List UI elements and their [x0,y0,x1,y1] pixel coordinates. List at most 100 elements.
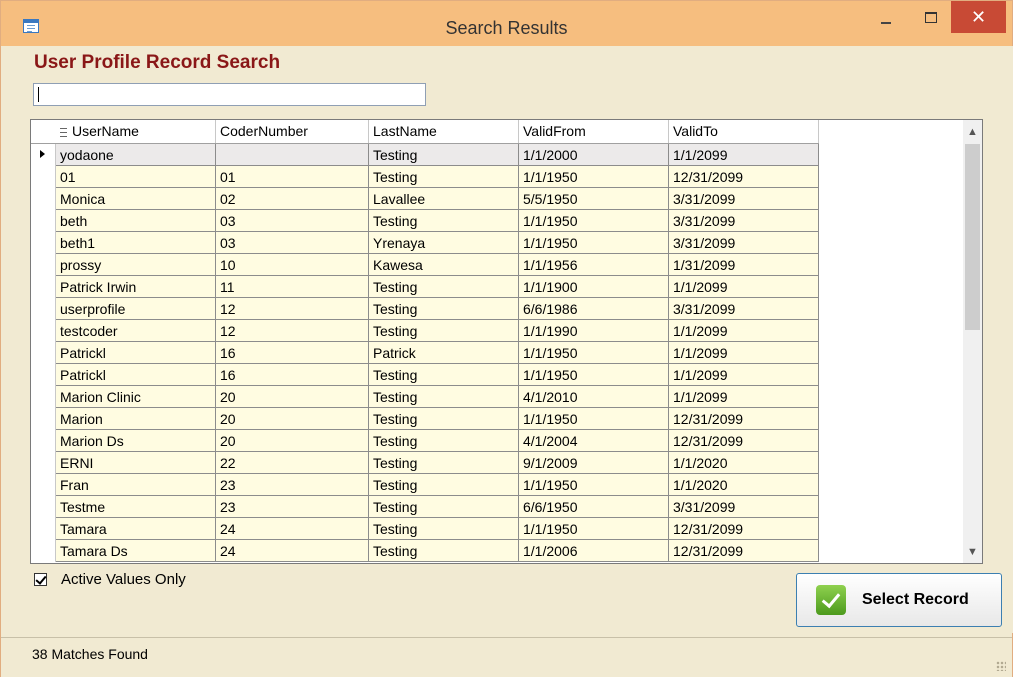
vertical-scrollbar[interactable]: ▲ ▼ [963,120,982,563]
row-header[interactable] [31,342,56,364]
current-row-indicator-icon[interactable] [31,144,56,166]
table-cell[interactable]: 16 [216,342,369,364]
table-cell[interactable]: 3/31/2099 [669,232,819,254]
table-cell[interactable]: 1/1/1950 [519,364,669,386]
table-cell[interactable]: userprofile [56,298,216,320]
table-cell[interactable]: Tamara [56,518,216,540]
table-cell[interactable]: Testme [56,496,216,518]
table-cell[interactable]: 12 [216,320,369,342]
table-row[interactable]: Tamara Ds 24 Testing 1/1/2006 12/31/2099 [31,540,819,562]
table-cell[interactable]: 02 [216,188,369,210]
table-cell[interactable]: 1/1/1950 [519,408,669,430]
row-header[interactable] [31,540,56,562]
active-values-only-checkbox[interactable]: Active Values Only [34,571,186,588]
table-cell[interactable]: 1/1/1950 [519,342,669,364]
table-cell[interactable]: 10 [216,254,369,276]
column-header-validto[interactable]: ValidTo [669,120,819,143]
table-row[interactable]: Monica 02 Lavallee 5/5/1950 3/31/2099 [31,188,819,210]
table-cell[interactable]: 1/1/2099 [669,364,819,386]
table-cell[interactable]: beth [56,210,216,232]
column-header-validfrom[interactable]: ValidFrom [519,120,669,143]
table-cell[interactable]: 1/1/1900 [519,276,669,298]
table-cell[interactable]: 5/5/1950 [519,188,669,210]
table-cell[interactable]: Testing [369,474,519,496]
table-cell[interactable]: 1/1/2099 [669,342,819,364]
row-header[interactable] [31,298,56,320]
table-row[interactable]: prossy 10 Kawesa 1/1/1956 1/31/2099 [31,254,819,276]
column-header-username[interactable]: UserName [56,120,216,143]
table-row[interactable]: 01 01 Testing 1/1/1950 12/31/2099 [31,166,819,188]
table-cell[interactable]: 1/1/1990 [519,320,669,342]
table-row[interactable]: Patrickl 16 Patrick 1/1/1950 1/1/2099 [31,342,819,364]
row-header[interactable] [31,320,56,342]
column-header-codernumber[interactable]: CoderNumber [216,120,369,143]
table-cell[interactable]: 1/1/2000 [519,144,669,166]
table-cell[interactable]: 23 [216,496,369,518]
table-row[interactable]: userprofile 12 Testing 6/6/1986 3/31/2099 [31,298,819,320]
table-cell[interactable]: beth1 [56,232,216,254]
checkbox-checked-icon[interactable] [34,573,47,586]
table-cell[interactable]: Marion Ds [56,430,216,452]
table-cell[interactable]: 1/1/1950 [519,474,669,496]
table-cell[interactable]: Testing [369,430,519,452]
table-cell[interactable]: Monica [56,188,216,210]
table-cell[interactable]: Fran [56,474,216,496]
table-cell[interactable]: Testing [369,386,519,408]
table-cell[interactable]: Yrenaya [369,232,519,254]
table-cell[interactable]: 03 [216,232,369,254]
table-row[interactable]: testcoder 12 Testing 1/1/1990 1/1/2099 [31,320,819,342]
maximize-button[interactable] [911,1,951,33]
table-cell[interactable]: 3/31/2099 [669,298,819,320]
table-cell[interactable]: Testing [369,518,519,540]
table-cell[interactable]: 3/31/2099 [669,188,819,210]
row-header[interactable] [31,254,56,276]
table-cell[interactable]: Testing [369,144,519,166]
table-cell[interactable]: 3/31/2099 [669,496,819,518]
table-row[interactable]: Tamara 24 Testing 1/1/1950 12/31/2099 [31,518,819,540]
table-cell[interactable]: Testing [369,276,519,298]
table-cell[interactable]: Testing [369,496,519,518]
table-row[interactable]: Marion Ds 20 Testing 4/1/2004 12/31/2099 [31,430,819,452]
row-header[interactable] [31,518,56,540]
scroll-up-icon[interactable]: ▲ [963,122,982,141]
table-cell[interactable]: 24 [216,518,369,540]
table-cell[interactable]: 16 [216,364,369,386]
table-cell[interactable]: 1/1/1950 [519,518,669,540]
scrollbar-thumb[interactable] [965,144,980,330]
table-cell[interactable]: Testing [369,320,519,342]
table-cell[interactable]: 1/1/2006 [519,540,669,562]
table-cell[interactable]: testcoder [56,320,216,342]
table-cell[interactable]: 1/1/2020 [669,474,819,496]
row-header[interactable] [31,386,56,408]
table-cell[interactable]: Marion Clinic [56,386,216,408]
select-record-button[interactable]: Select Record [796,573,1002,627]
table-cell[interactable]: Patrickl [56,342,216,364]
table-cell[interactable]: Patrick [369,342,519,364]
table-cell[interactable]: 01 [216,166,369,188]
table-cell[interactable]: 1/1/2099 [669,276,819,298]
table-cell[interactable]: yodaone [56,144,216,166]
table-cell[interactable]: 12/31/2099 [669,166,819,188]
table-row[interactable]: yodaone Testing 1/1/2000 1/1/2099 [31,144,819,166]
table-row[interactable]: Testme 23 Testing 6/6/1950 3/31/2099 [31,496,819,518]
table-cell[interactable]: 01 [56,166,216,188]
resize-grip-icon[interactable] [996,661,1006,671]
row-header[interactable] [31,276,56,298]
table-cell[interactable]: 6/6/1986 [519,298,669,320]
table-cell[interactable]: Testing [369,408,519,430]
table-cell[interactable]: 9/1/2009 [519,452,669,474]
table-cell[interactable]: 1/1/2099 [669,320,819,342]
row-header[interactable] [31,474,56,496]
table-cell[interactable]: 4/1/2004 [519,430,669,452]
table-cell[interactable]: prossy [56,254,216,276]
minimize-button[interactable] [866,1,906,33]
table-cell[interactable]: 1/1/2099 [669,144,819,166]
row-header[interactable] [31,188,56,210]
search-input[interactable] [33,83,426,106]
table-cell[interactable]: 1/1/1950 [519,232,669,254]
table-cell[interactable]: 12/31/2099 [669,430,819,452]
close-button[interactable]: ✕ [951,1,1006,33]
table-cell[interactable]: Testing [369,298,519,320]
table-cell[interactable]: 23 [216,474,369,496]
table-cell[interactable]: 12/31/2099 [669,540,819,562]
